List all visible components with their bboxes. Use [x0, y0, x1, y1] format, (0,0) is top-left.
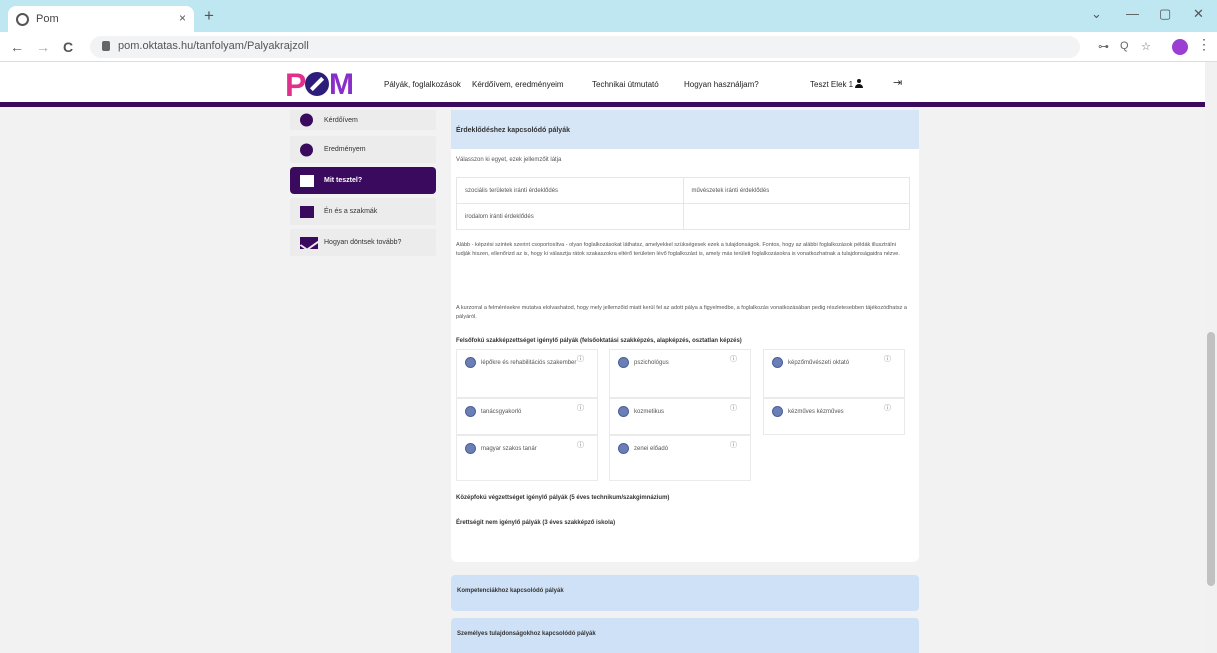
- job-card[interactable]: magyar szakos tanár ⓘ: [456, 435, 598, 481]
- sidebar-item-what-tests[interactable]: Mit tesztel?: [290, 167, 436, 194]
- globe-icon: [618, 357, 629, 368]
- user-icon[interactable]: [855, 79, 863, 88]
- option-social[interactable]: szociális területek iránti érdeklődés: [456, 177, 684, 204]
- interest-jobs-card: Érdeklődéshez kapcsolódó pályák Válasszo…: [451, 110, 919, 562]
- globe-icon: [465, 406, 476, 417]
- tab-search-icon[interactable]: ⌄: [1091, 6, 1102, 22]
- job-card[interactable]: zenei előadó ⓘ: [609, 435, 751, 481]
- browser-tab[interactable]: Pom ×: [8, 6, 194, 32]
- new-tab-button[interactable]: +: [204, 6, 214, 26]
- globe-icon: [772, 357, 783, 368]
- info-icon[interactable]: ⓘ: [577, 354, 584, 364]
- sidebar-item-me-and-jobs[interactable]: Én és a szakmák: [290, 198, 436, 225]
- restore-button[interactable]: ▢: [1159, 6, 1171, 22]
- section-basic-education: Érettségit nem igénylő pályák (3 éves sz…: [456, 520, 616, 526]
- people-icon: [300, 205, 314, 218]
- globe-icon: [772, 406, 783, 417]
- card-icon: [300, 174, 314, 187]
- sidebar-item-next-decision[interactable]: Hogyan döntsek tovább?: [290, 229, 436, 256]
- option-literature[interactable]: irodalom iránti érdeklődés: [456, 203, 684, 230]
- info-icon[interactable]: ⓘ: [884, 403, 891, 413]
- browser-menu-icon[interactable]: ⋮: [1197, 36, 1211, 53]
- logout-icon[interactable]: ⇥: [893, 76, 902, 89]
- favicon-icon: [16, 12, 29, 26]
- job-card[interactable]: tanácsgyakorló ⓘ: [456, 398, 598, 435]
- card-title[interactable]: Érdeklődéshez kapcsolódó pályák: [451, 110, 919, 149]
- close-tab-icon[interactable]: ×: [179, 11, 186, 25]
- info-icon[interactable]: ⓘ: [730, 403, 737, 413]
- nav-jobs[interactable]: Pályák, foglalkozások: [384, 80, 461, 89]
- close-window-button[interactable]: ✕: [1193, 6, 1204, 22]
- minimize-button[interactable]: —: [1126, 6, 1139, 21]
- mail-icon: [300, 236, 318, 249]
- globe-icon: [618, 443, 629, 454]
- profile-avatar[interactable]: [1172, 39, 1188, 55]
- competence-jobs-band[interactable]: Kompetenciákhoz kapcsolódó pályák: [451, 575, 919, 611]
- nav-technical-guide[interactable]: Technikai útmutató: [592, 80, 659, 89]
- reload-button[interactable]: C: [63, 39, 73, 55]
- back-button[interactable]: ←: [10, 39, 24, 55]
- info-icon[interactable]: ⓘ: [730, 354, 737, 364]
- address-toolbar: ← → C pom.oktatas.hu/tanfolyam/Palyakraj…: [0, 32, 1217, 62]
- option-empty: [682, 203, 910, 230]
- section-higher-education: Felsőfokú szakképzettséget igénylő pályá…: [456, 338, 742, 344]
- choose-text: Válasszon ki egyet, ezek jellemzőit látj…: [456, 157, 562, 163]
- url-input[interactable]: pom.oktatas.hu/tanfolyam/Palyakrajzoll: [90, 36, 1080, 58]
- browser-tab-bar: Pom × + ⌄ — ▢ ✕: [0, 0, 1217, 32]
- circle-icon: [300, 143, 313, 156]
- job-card[interactable]: pszichológus ⓘ: [609, 349, 751, 398]
- hover-hint-paragraph: A kurzorral a felmérésekre mutatva elolv…: [456, 305, 907, 320]
- sidebar-item-label: Eredményem: [324, 146, 366, 153]
- sidebar-item-label: Mit tesztel?: [324, 177, 363, 184]
- job-card[interactable]: kozmetikus ⓘ: [609, 398, 751, 435]
- interest-options-table: szociális területek iránti érdeklődés mű…: [456, 177, 910, 230]
- sidebar-item-questionnaire[interactable]: Kérdőívem: [290, 110, 436, 130]
- nav-how-to-use[interactable]: Hogyan használjam?: [684, 80, 759, 89]
- info-icon[interactable]: ⓘ: [730, 440, 737, 450]
- circle-icon: [300, 113, 313, 127]
- sidebar-item-label: Kérdőívem: [324, 116, 358, 124]
- pom-logo[interactable]: P M: [285, 68, 354, 102]
- personal-traits-jobs-band[interactable]: Személyes tulajdonságokhoz kapcsolódó pá…: [451, 618, 919, 653]
- key-icon[interactable]: ⊶: [1098, 40, 1109, 53]
- tab-title: Pom: [36, 13, 59, 25]
- info-icon[interactable]: ⓘ: [577, 440, 584, 450]
- job-card[interactable]: lépőkre és rehabilitációs szakember ⓘ: [456, 349, 598, 398]
- info-icon[interactable]: ⓘ: [577, 403, 584, 413]
- url-text: pom.oktatas.hu/tanfolyam/Palyakrajzoll: [118, 40, 309, 52]
- page-scrollbar[interactable]: [1205, 62, 1217, 653]
- forward-button[interactable]: →: [36, 39, 50, 55]
- user-name[interactable]: Teszt Elek 1: [810, 80, 853, 89]
- sidebar: Kérdőívem Eredményem Mit tesztel? Én és …: [290, 110, 436, 260]
- scrollbar-thumb[interactable]: [1207, 332, 1215, 586]
- sidebar-item-label: Hogyan döntsek tovább?: [324, 239, 402, 246]
- section-middle-education: Középfokú végzettséget igénylő pályák (5…: [456, 495, 670, 501]
- info-icon[interactable]: ⓘ: [884, 354, 891, 364]
- nav-questionnaire[interactable]: Kérdőívem, eredményeim: [472, 80, 564, 89]
- sidebar-item-results[interactable]: Eredményem: [290, 136, 436, 163]
- site-header: P M Pályák, foglalkozások Kérdőívem, ere…: [0, 62, 1217, 107]
- bookmark-star-icon[interactable]: ☆: [1141, 40, 1151, 53]
- job-card[interactable]: képzőművészeti oktató ⓘ: [763, 349, 905, 398]
- zoom-icon[interactable]: Q: [1120, 40, 1129, 52]
- globe-icon: [618, 406, 629, 417]
- sidebar-item-label: Én és a szakmák: [324, 208, 378, 215]
- globe-icon: [465, 357, 476, 368]
- intro-paragraph: Alább - képzési szintek szerint csoporto…: [456, 242, 900, 257]
- lock-icon: [102, 41, 110, 51]
- option-arts[interactable]: művészetek iránti érdeklődés: [682, 177, 910, 204]
- globe-icon: [465, 443, 476, 454]
- job-card[interactable]: kézműves kézműves ⓘ: [763, 398, 905, 435]
